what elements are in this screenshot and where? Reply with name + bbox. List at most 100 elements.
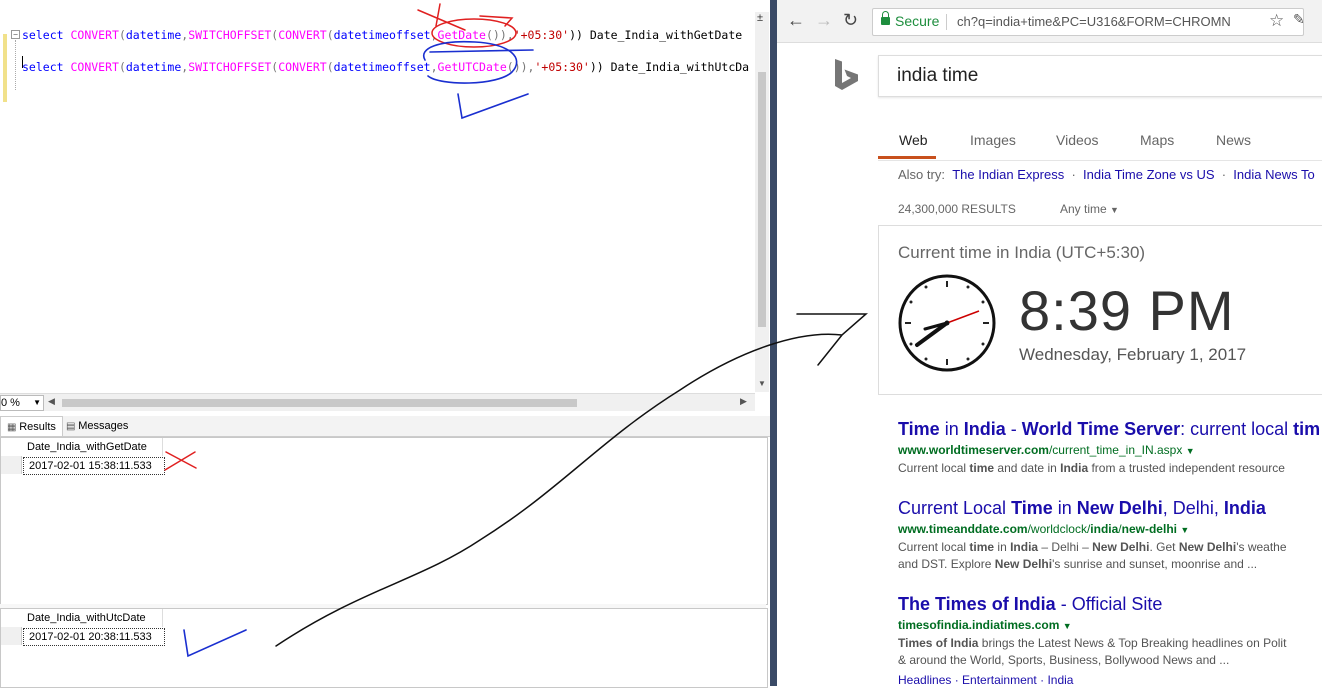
column-header[interactable]: Date_India_withUtcDate [23, 609, 163, 627]
column-header[interactable]: Date_India_withGetDate [23, 438, 163, 456]
any-time-label: Any time [1060, 202, 1107, 216]
code-text: )) Date_India_withUtcDa [589, 60, 750, 74]
scroll-left-icon[interactable]: ◀ [48, 396, 55, 407]
function: CONVERT [70, 60, 119, 74]
fold-guide [15, 40, 17, 90]
caret-down-icon[interactable]: ▼ [1180, 525, 1189, 535]
lock-icon [881, 11, 890, 25]
search-result: Time in India - World Time Server: curre… [898, 419, 1322, 477]
analog-clock-icon [898, 274, 996, 372]
change-margin [3, 34, 7, 102]
also-try: Also try: The Indian Express · India Tim… [898, 167, 1315, 182]
result-cell[interactable]: 2017-02-01 15:38:11.533 [23, 457, 165, 475]
scroll-down-icon[interactable]: ▼ [758, 379, 766, 388]
title-part: Time [898, 419, 940, 439]
deep-link[interactable]: Entertainment [962, 673, 1037, 686]
editor-status-bar: 0 % ▼ ◀ ▶ [0, 393, 755, 411]
result-url[interactable]: www.timeanddate.com/worldclock/india/new… [898, 522, 1322, 536]
editor-vertical-scrollbar[interactable]: ± ▼ [755, 12, 769, 392]
current-date: Wednesday, February 1, 2017 [1019, 345, 1247, 364]
search-input[interactable]: india time [897, 65, 978, 87]
deep-link[interactable]: India [1047, 673, 1073, 686]
also-try-label: Also try: [898, 167, 945, 182]
string-literal: '+05:30' [513, 28, 570, 42]
result-snippet: Times of India brings the Latest News & … [898, 636, 1287, 667]
scope-images[interactable]: Images [970, 132, 1016, 148]
horizontal-scroll-thumb[interactable] [62, 399, 577, 407]
function: SWITCHOFFSET [188, 60, 272, 74]
result-title-link[interactable]: The Times of India - Official Site [898, 594, 1322, 615]
tab-results-label: Results [19, 421, 56, 433]
result-title-link[interactable]: Current Local Time in New Delhi, Delhi, … [898, 498, 1322, 519]
back-icon[interactable]: ← [787, 10, 805, 31]
punct: , [430, 28, 438, 42]
code-line-1[interactable]: select CONVERT(datetime,SWITCHOFFSET(CON… [22, 28, 742, 42]
scope-videos[interactable]: Videos [1056, 132, 1099, 148]
deep-link[interactable]: Headlines [898, 673, 951, 686]
also-try-link[interactable]: The Indian Express [952, 167, 1064, 182]
punct: ()), [506, 60, 535, 74]
title-part: - [1005, 419, 1022, 439]
result-snippet: Current local time and date in India fro… [898, 461, 1285, 475]
code-text: )) Date_India_withGetDate [569, 28, 743, 42]
punct: ()), [485, 28, 514, 42]
collapse-icon[interactable]: − [11, 30, 20, 39]
function: GetUTCDate [437, 60, 507, 74]
result-url[interactable]: timesofindia.indiatimes.com ▼ [898, 618, 1322, 632]
search-result: Current Local Time in New Delhi, Delhi, … [898, 498, 1322, 573]
function: GetDate [437, 28, 486, 42]
search-box[interactable]: india time [878, 55, 1322, 97]
split-icon[interactable]: ± [757, 12, 763, 24]
active-scope-underline [878, 156, 936, 159]
address-bar[interactable]: Secure ch?q=india+time&PC=U316&FORM=CHRO… [872, 8, 1304, 36]
results-grid-2: Date_India_withUtcDate 2017-02-01 20:38:… [0, 608, 768, 688]
results-grid-1: Date_India_withGetDate 2017-02-01 15:38:… [0, 437, 768, 605]
result-cell[interactable]: 2017-02-01 20:38:11.533 [23, 628, 165, 646]
scope-maps[interactable]: Maps [1140, 132, 1174, 148]
zoom-select[interactable]: 0 % ▼ [0, 395, 44, 411]
scroll-right-icon[interactable]: ▶ [740, 396, 747, 407]
string-literal: '+05:30' [534, 60, 590, 74]
scroll-thumb[interactable] [758, 72, 766, 327]
keyword: datetimeoffset [333, 28, 431, 42]
reload-icon[interactable]: ↻ [843, 10, 858, 31]
also-try-link[interactable]: India Time Zone vs US [1083, 167, 1215, 182]
tab-results[interactable]: ▦ Results [0, 416, 63, 436]
row-header[interactable] [1, 627, 22, 645]
result-title-link[interactable]: Time in India - World Time Server: curre… [898, 419, 1322, 440]
caret-down-icon[interactable]: ▼ [1186, 446, 1195, 456]
result-url[interactable]: www.worldtimeserver.com/current_time_in_… [898, 443, 1322, 457]
punct: ( [326, 28, 334, 42]
also-try-link[interactable]: India News To [1233, 167, 1314, 182]
query-editor[interactable]: − select CONVERT(datetime,SWITCHOFFSET(C… [0, 12, 755, 392]
time-card-title: Current time in India (UTC+5:30) [898, 243, 1146, 262]
scope-separator [878, 160, 1322, 161]
forward-icon[interactable]: → [815, 10, 833, 31]
url-text[interactable]: ch?q=india+time&PC=U316&FORM=CHROMN [957, 14, 1231, 29]
url-part: www.worldtimeserver.com [898, 443, 1049, 457]
browser-window: ← → ↻ Secure ch?q=india+time&PC=U316&FOR… [777, 0, 1322, 686]
time-answer-card: Current time in India (UTC+5:30) 8:39 PM… [878, 225, 1322, 395]
deep-links: Headlines · Entertainment · India [898, 673, 1074, 686]
code-line-2[interactable]: select CONVERT(datetime,SWITCHOFFSET(CON… [22, 60, 749, 74]
url-part: /current_time_in_IN.aspx [1048, 443, 1183, 457]
any-time-filter[interactable]: Any time ▼ [1060, 202, 1119, 216]
secure-indicator[interactable]: Secure [881, 11, 939, 29]
current-time: 8:39 PM [1019, 279, 1235, 342]
sql-editor-pane: − select CONVERT(datetime,SWITCHOFFSET(C… [0, 0, 770, 688]
dropdown-arrow-icon: ▼ [33, 398, 41, 407]
function: CONVERT [278, 28, 327, 42]
scope-web[interactable]: Web [899, 132, 928, 148]
scope-news[interactable]: News [1216, 132, 1251, 148]
title-part: tim [1293, 419, 1321, 439]
chevron-down-icon: ▼ [1110, 205, 1119, 215]
function: SWITCHOFFSET [188, 28, 272, 42]
caret-down-icon[interactable]: ▼ [1063, 621, 1072, 631]
browser-toolbar: ← → ↻ Secure ch?q=india+time&PC=U316&FOR… [777, 0, 1322, 43]
keyword: datetime [125, 28, 182, 42]
extension-icon[interactable]: ✎ [1293, 11, 1305, 28]
bing-logo-icon[interactable] [833, 57, 861, 93]
row-header[interactable] [1, 456, 22, 474]
tab-messages[interactable]: ▤ Messages [60, 416, 134, 435]
bookmark-star-icon[interactable]: ☆ [1269, 11, 1284, 31]
